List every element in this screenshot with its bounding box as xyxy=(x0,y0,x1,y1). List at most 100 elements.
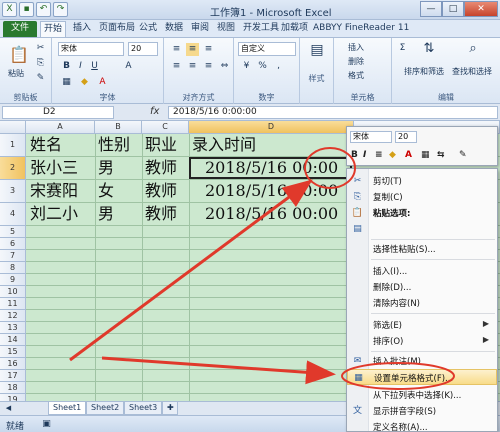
row-header-12[interactable]: 12 xyxy=(0,310,26,322)
fx-icon[interactable]: fx xyxy=(150,106,159,117)
mini-bold-icon[interactable]: B xyxy=(351,150,358,160)
align-middle-icon[interactable]: ≡ xyxy=(186,43,199,56)
menu-item-delete[interactable]: 删除(D)... xyxy=(347,279,497,295)
row-header-10[interactable]: 10 xyxy=(0,286,26,298)
autosum-icon[interactable]: Σ xyxy=(396,42,409,55)
row-header-16[interactable]: 16 xyxy=(0,358,26,370)
excel-logo-icon[interactable]: X xyxy=(2,2,17,17)
grow-font-icon[interactable]: A xyxy=(122,60,135,73)
cut-icon[interactable]: ✂ xyxy=(34,42,47,55)
row-header-13[interactable]: 13 xyxy=(0,322,26,334)
macro-record-icon[interactable]: ▣ xyxy=(40,418,53,431)
mini-italic-icon[interactable]: I xyxy=(363,150,366,160)
menu-item-show-phonetic[interactable]: 文 显示拼音字段(S) xyxy=(347,403,497,419)
cell-a2[interactable]: 张小三 xyxy=(30,157,78,179)
formula-input[interactable]: 2018/5/16 0:00:00 xyxy=(168,106,498,119)
underline-icon[interactable]: U xyxy=(88,60,101,73)
menu-item-filter[interactable]: 筛选(E) ▶ xyxy=(347,317,497,333)
row-header-15[interactable]: 15 xyxy=(0,346,26,358)
select-all-corner[interactable] xyxy=(0,121,26,134)
percent-icon[interactable]: % xyxy=(256,60,269,73)
mini-align-icon[interactable]: ≡ xyxy=(375,150,383,160)
align-top-icon[interactable]: ≡ xyxy=(170,43,183,56)
align-center-icon[interactable]: ≡ xyxy=(186,60,199,73)
delete-cells-button[interactable]: 删除 xyxy=(348,56,364,67)
align-left-icon[interactable]: ≡ xyxy=(170,60,183,73)
row-header-11[interactable]: 11 xyxy=(0,298,26,310)
row-header-4[interactable]: 4 xyxy=(0,203,26,226)
menu-item-paste-special[interactable]: 选择性粘贴(S)... xyxy=(347,241,497,257)
menu-item-sort[interactable]: 排序(O) ▶ xyxy=(347,333,497,349)
tab-view[interactable]: 视图 xyxy=(214,21,238,37)
row-header-2[interactable]: 2 xyxy=(0,157,26,180)
column-header-d[interactable]: D xyxy=(189,121,354,134)
mini-font-color-icon[interactable]: A xyxy=(405,150,412,160)
tab-review[interactable]: 审阅 xyxy=(188,21,212,37)
row-header-19[interactable]: 19 xyxy=(0,394,26,401)
bold-icon[interactable]: B xyxy=(60,60,73,73)
sheet-tab-1[interactable]: Sheet1 xyxy=(48,402,87,415)
tab-abbyy[interactable]: ABBYY FineReader 11 xyxy=(310,21,412,37)
undo-icon[interactable]: ↶ xyxy=(36,2,51,17)
row-header-14[interactable]: 14 xyxy=(0,334,26,346)
border-icon[interactable]: ▦ xyxy=(60,76,73,89)
format-painter-icon[interactable]: ✎ xyxy=(34,72,47,85)
cell-b4[interactable]: 男 xyxy=(98,203,114,225)
row-header-9[interactable]: 9 xyxy=(0,274,26,286)
insert-cells-button[interactable]: 插入 xyxy=(348,42,364,53)
fill-color-icon[interactable]: ◆ xyxy=(78,76,91,89)
row-header-17[interactable]: 17 xyxy=(0,370,26,382)
cell-d4[interactable]: 2018/5/16 00:00 xyxy=(205,203,338,225)
cell-c3[interactable]: 教师 xyxy=(145,180,177,202)
mini-format-painter-icon[interactable]: ✎ xyxy=(459,150,467,160)
sheet-tab-3[interactable]: Sheet3 xyxy=(124,402,163,415)
tab-formulas[interactable]: 公式 xyxy=(136,21,160,37)
mini-size-input[interactable]: 20 xyxy=(395,131,417,143)
paste-icon[interactable]: 📋 xyxy=(8,44,30,66)
column-header-c[interactable]: C xyxy=(142,121,189,134)
number-format-select[interactable]: 自定义 xyxy=(238,42,296,56)
menu-item-insert[interactable]: 插入(I)... xyxy=(347,263,497,279)
cell-a1[interactable]: 姓名 xyxy=(30,134,62,156)
cell-b2[interactable]: 男 xyxy=(98,157,114,179)
mini-font-input[interactable]: 宋体 xyxy=(350,131,392,143)
tab-page-layout[interactable]: 页面布局 xyxy=(96,21,138,37)
paste-button[interactable]: 粘贴 xyxy=(8,68,24,79)
format-cells-button[interactable]: 格式 xyxy=(348,70,364,81)
tab-home[interactable]: 开始 xyxy=(40,21,67,37)
tab-file[interactable]: 文件 xyxy=(3,21,37,37)
menu-item-define-name[interactable]: 定义名称(A)... xyxy=(347,419,497,432)
mini-border-icon[interactable]: ▦ xyxy=(421,150,430,160)
name-box[interactable]: D2 xyxy=(2,106,114,119)
cell-b1[interactable]: 性别 xyxy=(98,134,130,156)
find-select-button[interactable]: 查找和选择 xyxy=(452,66,492,77)
row-header-1[interactable]: 1 xyxy=(0,134,26,157)
cell-c2[interactable]: 教师 xyxy=(145,157,177,179)
cell-a4[interactable]: 刘二小 xyxy=(30,203,78,225)
align-right-icon[interactable]: ≡ xyxy=(202,60,215,73)
menu-item-clear-contents[interactable]: 清除内容(N) xyxy=(347,295,497,311)
comma-icon[interactable]: , xyxy=(272,60,285,73)
cell-c4[interactable]: 教师 xyxy=(145,203,177,225)
minimize-icon[interactable]: — xyxy=(420,1,442,17)
menu-item-format-cells[interactable]: ▦ 设置单元格格式(F)... xyxy=(347,369,497,385)
mini-fill-color-icon[interactable]: ◆ xyxy=(389,150,396,160)
mini-decimal-icon[interactable]: ⇆ xyxy=(437,150,445,160)
maximize-icon[interactable]: □ xyxy=(442,1,464,17)
cell-a3[interactable]: 宋赛阳 xyxy=(30,180,78,202)
menu-item-insert-comment[interactable]: ✉ 插入批注(M) xyxy=(347,353,497,369)
copy-icon[interactable]: ⎘ xyxy=(34,57,47,70)
row-header-7[interactable]: 7 xyxy=(0,250,26,262)
tab-addins[interactable]: 加载项 xyxy=(278,21,311,37)
tab-insert[interactable]: 插入 xyxy=(70,21,94,37)
cell-d3[interactable]: 2018/5/16 00:00 xyxy=(205,180,338,202)
font-name-input[interactable]: 宋体 xyxy=(58,42,124,56)
italic-icon[interactable]: I xyxy=(74,60,87,73)
align-bottom-icon[interactable]: ≡ xyxy=(202,43,215,56)
styles-button[interactable]: 样式 xyxy=(300,73,333,84)
row-header-3[interactable]: 3 xyxy=(0,180,26,203)
new-sheet-icon[interactable]: ✚ xyxy=(162,402,178,415)
first-sheet-icon[interactable]: ◀ xyxy=(2,402,15,415)
row-header-18[interactable]: 18 xyxy=(0,382,26,394)
cell-c1[interactable]: 职业 xyxy=(145,134,177,156)
